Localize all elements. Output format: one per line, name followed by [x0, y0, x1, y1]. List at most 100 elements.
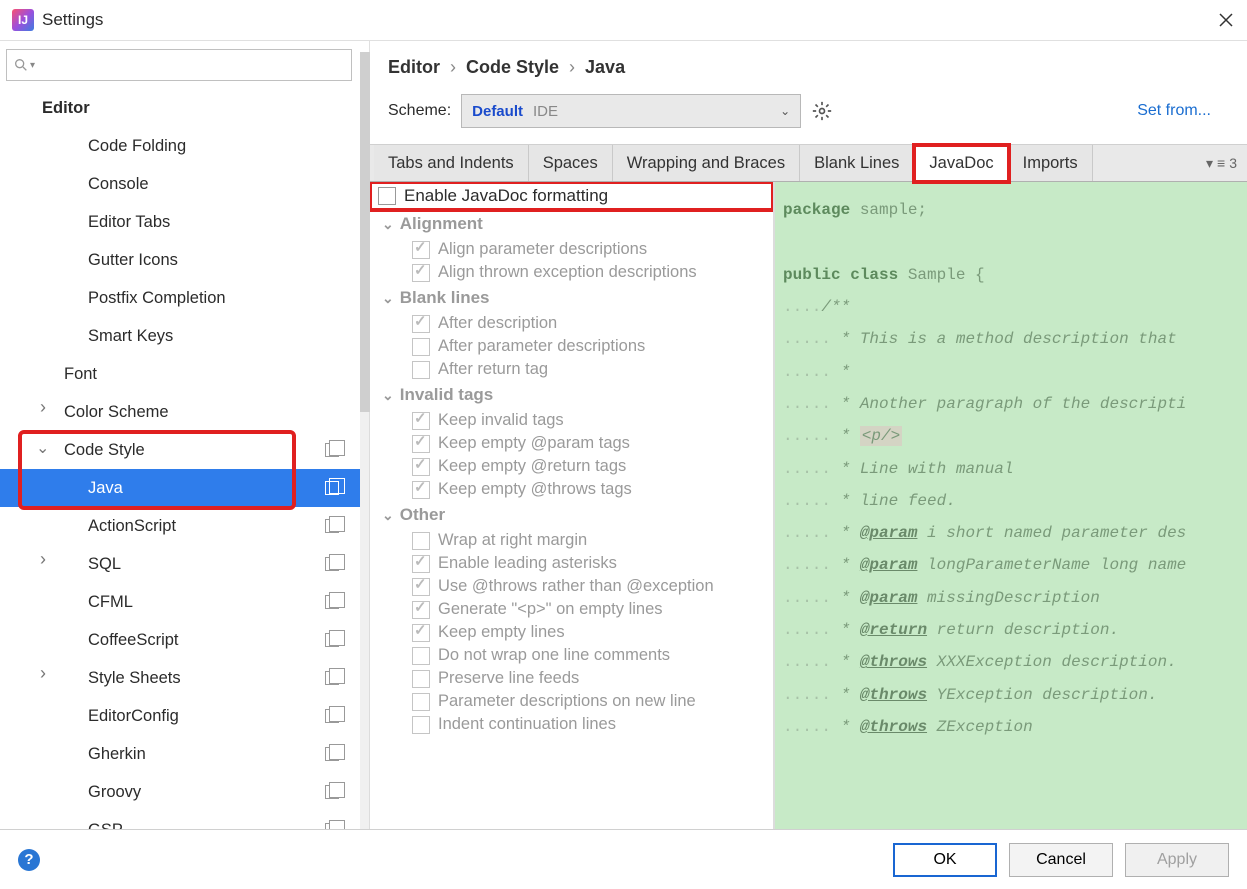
option-keep-invalid-tags[interactable]: Keep invalid tags — [370, 409, 773, 432]
sidebar-item-editor-tabs[interactable]: Editor Tabs — [0, 203, 369, 241]
sidebar-item-groovy[interactable]: Groovy — [0, 773, 369, 811]
sidebar-item-smart-keys[interactable]: Smart Keys — [0, 317, 369, 355]
checkbox-icon[interactable] — [378, 187, 396, 205]
option-label: After description — [438, 314, 557, 333]
option-label: Indent continuation lines — [438, 715, 616, 734]
tab-imports[interactable]: Imports — [1009, 145, 1093, 181]
checkbox-icon[interactable] — [412, 624, 430, 642]
sidebar-item-label: GSP — [88, 821, 325, 830]
chevron-down-icon: ⌄ — [382, 290, 394, 307]
option-do-not-wrap-one-line-comments[interactable]: Do not wrap one line comments — [370, 644, 773, 667]
ok-button[interactable]: OK — [893, 843, 997, 877]
sidebar-item-editor[interactable]: Editor — [0, 89, 369, 127]
checkbox-icon[interactable] — [412, 361, 430, 379]
tabs-overflow[interactable]: ▾ ≡3 — [1206, 145, 1247, 181]
checkbox-icon[interactable] — [412, 647, 430, 665]
checkbox-icon[interactable] — [412, 532, 430, 550]
option-label: Generate "<p>" on empty lines — [438, 600, 663, 619]
sidebar-item-label: SQL — [88, 555, 325, 574]
copy-icon — [325, 519, 339, 533]
checkbox-icon[interactable] — [412, 241, 430, 259]
cancel-button[interactable]: Cancel — [1009, 843, 1113, 877]
sidebar-item-color-scheme[interactable]: Color Scheme — [0, 393, 369, 431]
checkbox-icon[interactable] — [412, 264, 430, 282]
option-after-return-tag[interactable]: After return tag — [370, 358, 773, 381]
option-generate-p-on-empty-lines[interactable]: Generate "<p>" on empty lines — [370, 598, 773, 621]
option-label: Preserve line feeds — [438, 669, 579, 688]
section-title: Invalid tags — [400, 385, 494, 405]
option-preserve-line-feeds[interactable]: Preserve line feeds — [370, 667, 773, 690]
set-from-link[interactable]: Set from... — [1137, 102, 1229, 120]
content-area: Editor › Code Style › Java Scheme: Defau… — [370, 41, 1247, 829]
tab-javadoc[interactable]: JavaDoc — [914, 145, 1008, 182]
sidebar-item-console[interactable]: Console — [0, 165, 369, 203]
sidebar-item-gherkin[interactable]: Gherkin — [0, 735, 369, 773]
sidebar-item-gsp[interactable]: GSP — [0, 811, 369, 829]
window-title: Settings — [42, 10, 103, 30]
option-align-parameter-descriptions[interactable]: Align parameter descriptions — [370, 238, 773, 261]
search-input[interactable]: ▾ — [6, 49, 352, 81]
tab-tabs-and-indents[interactable]: Tabs and Indents — [374, 145, 529, 181]
option-align-thrown-exception-descriptions[interactable]: Align thrown exception descriptions — [370, 261, 773, 284]
checkbox-icon[interactable] — [412, 458, 430, 476]
sidebar-item-sql[interactable]: SQL — [0, 545, 369, 583]
sidebar-item-java[interactable]: Java — [0, 469, 369, 507]
checkbox-icon[interactable] — [412, 693, 430, 711]
tab-blank-lines[interactable]: Blank Lines — [800, 145, 914, 181]
tab-wrapping-and-braces[interactable]: Wrapping and Braces — [613, 145, 800, 181]
breadcrumb-editor[interactable]: Editor — [388, 57, 440, 78]
option-keep-empty-return-tags[interactable]: Keep empty @return tags — [370, 455, 773, 478]
sidebar-item-label: Editor Tabs — [88, 213, 369, 232]
close-icon[interactable] — [1217, 11, 1235, 29]
option-enable-leading-asterisks[interactable]: Enable leading asterisks — [370, 552, 773, 575]
option-keep-empty-lines[interactable]: Keep empty lines — [370, 621, 773, 644]
checkbox-icon[interactable] — [412, 670, 430, 688]
section-blank-lines[interactable]: ⌄Blank lines — [370, 284, 773, 312]
checkbox-icon[interactable] — [412, 578, 430, 596]
sidebar-item-gutter-icons[interactable]: Gutter Icons — [0, 241, 369, 279]
option-after-description[interactable]: After description — [370, 312, 773, 335]
section-invalid-tags[interactable]: ⌄ Invalid tags — [370, 381, 773, 409]
sidebar-item-cfml[interactable]: CFML — [0, 583, 369, 621]
tab-spaces[interactable]: Spaces — [529, 145, 613, 181]
checkbox-icon[interactable] — [412, 338, 430, 356]
sidebar-item-code-folding[interactable]: Code Folding — [0, 127, 369, 165]
sidebar-item-code-style[interactable]: Code Style — [0, 431, 369, 469]
option-keep-empty-throws-tags[interactable]: Keep empty @throws tags — [370, 478, 773, 501]
help-icon[interactable]: ? — [18, 849, 40, 871]
checkbox-icon[interactable] — [412, 435, 430, 453]
breadcrumb-codestyle[interactable]: Code Style — [466, 57, 559, 78]
checkbox-icon[interactable] — [412, 555, 430, 573]
scheme-select[interactable]: Default IDE ⌄ — [461, 94, 801, 128]
sidebar-item-style-sheets[interactable]: Style Sheets — [0, 659, 369, 697]
sidebar-item-label: EditorConfig — [88, 707, 325, 726]
checkbox-icon[interactable] — [412, 601, 430, 619]
option-after-parameter-descriptions[interactable]: After parameter descriptions — [370, 335, 773, 358]
option-indent-continuation-lines[interactable]: Indent continuation lines — [370, 713, 773, 736]
section-alignment[interactable]: ⌄Alignment — [370, 210, 773, 238]
scrollbar-thumb[interactable] — [360, 52, 370, 412]
sidebar-item-actionscript[interactable]: ActionScript — [0, 507, 369, 545]
gear-icon[interactable] — [811, 100, 833, 122]
sidebar-item-font[interactable]: Font — [0, 355, 369, 393]
checkbox-icon[interactable] — [412, 412, 430, 430]
breadcrumb: Editor › Code Style › Java — [370, 41, 1247, 88]
footer: ? OK Cancel Apply — [0, 829, 1247, 889]
sidebar-item-label: Editor — [42, 99, 369, 118]
checkbox-icon[interactable] — [412, 315, 430, 333]
chevron-down-icon[interactable]: ▾ — [30, 60, 35, 71]
sidebar-item-coffeescript[interactable]: CoffeeScript — [0, 621, 369, 659]
chevron-down-icon: ⌄ — [382, 387, 394, 404]
enable-javadoc-formatting[interactable]: Enable JavaDoc formatting — [370, 182, 773, 210]
sidebar-item-postfix-completion[interactable]: Postfix Completion — [0, 279, 369, 317]
option-use-throws-rather-than-exception[interactable]: Use @throws rather than @exception — [370, 575, 773, 598]
option-label: Enable leading asterisks — [438, 554, 617, 573]
sidebar-item-editorconfig[interactable]: EditorConfig — [0, 697, 369, 735]
section-other[interactable]: ⌄Other — [370, 501, 773, 529]
checkbox-icon[interactable] — [412, 481, 430, 499]
option-wrap-at-right-margin[interactable]: Wrap at right margin — [370, 529, 773, 552]
option-parameter-descriptions-on-new-line[interactable]: Parameter descriptions on new line — [370, 690, 773, 713]
sidebar-item-label: Postfix Completion — [88, 289, 369, 308]
checkbox-icon[interactable] — [412, 716, 430, 734]
option-keep-empty-param-tags[interactable]: Keep empty @param tags — [370, 432, 773, 455]
